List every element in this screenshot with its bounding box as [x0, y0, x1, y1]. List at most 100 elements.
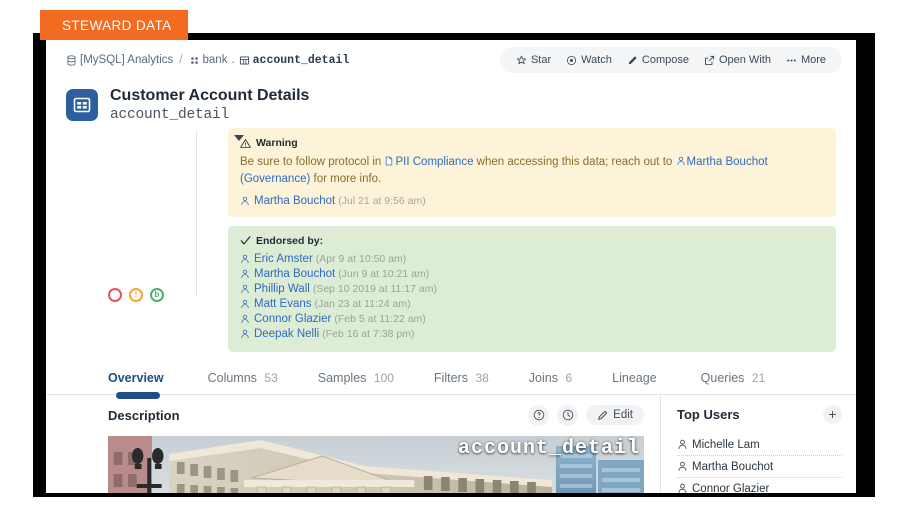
tab-samples[interactable]: Samples 100: [318, 371, 394, 394]
pencil-icon: [598, 410, 608, 420]
add-user-button[interactable]: +: [823, 404, 842, 424]
info-circle-icon[interactable]: [528, 404, 550, 426]
pii-compliance-link[interactable]: PII Compliance: [395, 156, 473, 168]
edit-button[interactable]: Edit: [586, 405, 644, 426]
pencil-icon: [628, 55, 637, 64]
screenshot-root: STEWARD DATA [MySQL] Analytics / bank . …: [0, 0, 900, 510]
endorser-name[interactable]: Eric Amster: [254, 252, 313, 266]
warning-dot-glyph: !: [134, 290, 138, 300]
warning-text-middle: when accessing this data; reach out to: [476, 156, 673, 169]
banner-table-name: account_detail: [457, 436, 640, 460]
tab-queries[interactable]: Queries 21: [701, 371, 766, 394]
endorser-timestamp: (Jun 9 at 10:21 am): [338, 267, 430, 280]
star-button[interactable]: Star: [510, 52, 557, 68]
title-block: Customer Account Details account_detail: [110, 86, 309, 124]
table-icon: [239, 55, 249, 65]
external-link-icon: [705, 55, 715, 65]
open-with-label: Open With: [718, 54, 771, 66]
endorser-timestamp: (Apr 9 at 10:50 am): [315, 252, 407, 265]
table-grid-icon: [66, 89, 98, 121]
star-icon: [516, 55, 527, 64]
tab-queries-label: Queries: [700, 370, 745, 385]
compose-button[interactable]: Compose: [621, 52, 695, 68]
warning-body: Be sure to follow protocol in PII Compli…: [240, 154, 824, 189]
watch-label: Watch: [581, 54, 612, 66]
tab-filters-count: 38: [475, 370, 489, 385]
endorser-timestamp: (Sep 10 2019 at 11:17 am): [312, 282, 437, 295]
tab-columns-label: Columns: [207, 370, 257, 385]
person-icon: [241, 284, 249, 294]
status-indicators: ! b: [108, 288, 164, 303]
top-user-name: Connor Glazier: [692, 482, 770, 493]
endorser-timestamp: (Jan 23 at 11:24 am): [314, 297, 411, 310]
person-icon: [678, 440, 687, 450]
warning-byline: Martha Bouchot (Jul 21 at 9:56 am): [240, 195, 824, 207]
description-title: Description: [108, 407, 180, 423]
edit-label: Edit: [613, 409, 633, 422]
endorser-name[interactable]: Phillip Wall: [254, 282, 310, 296]
warning-text-before: Be sure to follow protocol in: [240, 156, 382, 169]
tab-overview[interactable]: Overview: [108, 370, 168, 399]
top-users-panel: Top Users + Michelle Lam Martha Bouchot …: [660, 394, 856, 493]
history-clock-icon[interactable]: [557, 404, 579, 426]
star-label: Star: [530, 54, 552, 66]
breadcrumb-source-label: [MySQL] Analytics: [80, 54, 174, 66]
endorser-name[interactable]: Matt Evans: [254, 297, 312, 311]
top-users-title: Top Users: [677, 406, 740, 422]
warning-author[interactable]: Martha Bouchot: [254, 195, 335, 207]
page-header: Customer Account Details account_detail: [46, 80, 856, 124]
endorser-row: Phillip Wall (Sep 10 2019 at 11:17 am): [240, 282, 824, 297]
breadcrumb-table-label: account_detail: [252, 53, 350, 67]
endorser-row: Deepak Nelli (Feb 16 at 7:38 pm): [240, 327, 824, 342]
warning-dot[interactable]: !: [129, 288, 143, 303]
top-bar: [MySQL] Analytics / bank . account_detai…: [46, 40, 856, 80]
endorser-name[interactable]: Martha Bouchot: [254, 267, 335, 281]
breadcrumb-schema-label: bank: [202, 54, 228, 66]
person-icon: [241, 314, 249, 324]
more-label: More: [800, 54, 826, 66]
tab-columns-count: 53: [264, 370, 278, 385]
top-user-name: Michelle Lam: [692, 438, 760, 451]
breadcrumb-schema[interactable]: bank: [189, 54, 228, 66]
tab-columns[interactable]: Columns 53: [208, 371, 278, 394]
tab-overview-label: Overview: [108, 370, 164, 385]
breadcrumb-table[interactable]: account_detail: [239, 53, 350, 67]
top-user-row[interactable]: Connor Glazier: [677, 478, 842, 493]
error-dot[interactable]: [108, 288, 122, 303]
endorsement-heading: Endorsed by:: [256, 234, 324, 247]
description-actions: Edit: [528, 404, 644, 426]
warning-timestamp: (Jul 21 at 9:56 am): [338, 194, 426, 207]
watch-button[interactable]: Watch: [560, 52, 618, 68]
plus-icon: +: [828, 406, 837, 423]
endorsement-header: Endorsed by:: [240, 235, 824, 247]
vertical-divider: [196, 130, 197, 297]
endorser-row: Matt Evans (Jan 23 at 11:24 am): [240, 297, 824, 312]
app-window: [MySQL] Analytics / bank . account_detai…: [46, 40, 856, 493]
top-user-row[interactable]: Michelle Lam: [677, 434, 842, 456]
check-icon: [240, 236, 251, 245]
person-icon: [241, 254, 249, 264]
more-button[interactable]: More: [780, 52, 832, 68]
tab-lineage[interactable]: Lineage: [612, 371, 661, 394]
endorser-name[interactable]: Connor Glazier: [254, 312, 331, 326]
tab-filters[interactable]: Filters 38: [434, 371, 489, 394]
alert-cards: Warning Be sure to follow protocol in PI…: [228, 128, 836, 352]
ok-dot-glyph: b: [154, 290, 160, 300]
tab-queries-count: 21: [751, 370, 766, 385]
person-icon: [241, 196, 249, 205]
tab-joins[interactable]: Joins 6: [529, 371, 572, 394]
top-user-row[interactable]: Martha Bouchot: [677, 456, 842, 478]
description-panel: Description Edit account_detail: [46, 395, 660, 493]
endorser-name[interactable]: Deepak Nelli: [254, 327, 319, 341]
endorser-row: Martha Bouchot (Jun 9 at 10:21 am): [240, 267, 824, 282]
breadcrumb-source[interactable]: [MySQL] Analytics: [66, 54, 173, 66]
info-glyph: [533, 409, 544, 421]
tab-bar: Overview Columns 53 Samples 100 Filters …: [46, 361, 856, 399]
page-title: Customer Account Details: [110, 87, 310, 104]
steward-data-ribbon: STEWARD DATA: [40, 10, 188, 40]
open-with-button[interactable]: Open With: [698, 52, 777, 68]
breadcrumb-separator: /: [179, 54, 183, 66]
tab-samples-count: 100: [373, 370, 394, 385]
collapse-chevron-down-icon[interactable]: [234, 135, 244, 142]
ok-dot[interactable]: b: [150, 288, 164, 303]
